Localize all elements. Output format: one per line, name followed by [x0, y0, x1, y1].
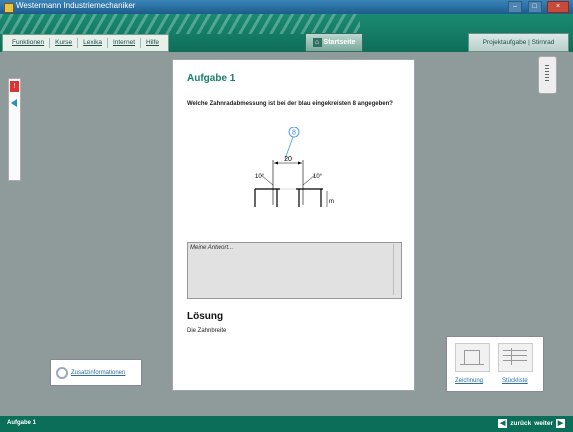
start-page-label: Startseite — [323, 39, 356, 46]
solution-text: Die Zahnbreite — [187, 328, 227, 334]
answer-textarea[interactable]: Meine Antwort... — [187, 242, 402, 299]
window-title: Westermann Industriemechaniker — [16, 1, 136, 10]
side-panel-tab[interactable]: ! — [8, 78, 21, 181]
next-arrow-icon[interactable]: ▶ — [556, 419, 565, 428]
status-bar: Aufgabe 1 ◀ zurück weiter ▶ — [0, 416, 573, 432]
minimize-icon[interactable]: – — [508, 1, 523, 13]
media-box: Zeichnung Stückliste — [446, 336, 544, 392]
angle-right: 10° — [313, 174, 323, 180]
arrow-left-icon[interactable] — [11, 99, 17, 107]
additional-info-link[interactable]: Zusatzinformationen — [71, 370, 125, 376]
angle-left: 10° — [255, 174, 265, 180]
home-icon: ⌂ — [312, 38, 322, 47]
menu-item-kurse[interactable]: Kurse — [50, 38, 79, 48]
back-link[interactable]: zurück — [510, 420, 531, 427]
menu-bar: Funktionen Kurse Lexika Internet Hilfe — [2, 34, 170, 52]
technical-drawing: 8 20 10° 10° m — [254, 127, 334, 207]
answer-scrollbar[interactable] — [393, 244, 400, 295]
radius-label: m — [329, 199, 334, 205]
parts-list-link[interactable]: Stückliste — [502, 378, 528, 384]
drawing-link[interactable]: Zeichnung — [455, 378, 483, 384]
drawing-thumbnail[interactable] — [455, 343, 490, 372]
grip-icon — [545, 65, 549, 83]
menu-item-hilfe[interactable]: Hilfe — [141, 38, 164, 48]
callout-number: 8 — [292, 130, 296, 137]
task-card: Aufgabe 1 Welche Zahnradabmessung ist be… — [172, 59, 415, 391]
next-link[interactable]: weiter — [534, 420, 553, 427]
title-bar: Westermann Industriemechaniker – □ × — [0, 0, 573, 14]
menu-item-funktionen[interactable]: Funktionen — [7, 38, 51, 48]
app-icon — [4, 3, 14, 13]
menu-item-internet[interactable]: Internet — [108, 38, 141, 48]
answer-placeholder: Meine Antwort... — [190, 245, 234, 251]
info-icon — [56, 366, 68, 379]
navigation: ◀ zurück weiter ▶ — [498, 419, 565, 428]
additional-info-box[interactable]: Zusatzinformationen — [50, 359, 142, 386]
app-header: Funktionen Kurse Lexika Internet Hilfe ⌂… — [0, 14, 573, 52]
close-icon[interactable]: × — [547, 1, 569, 13]
page-scroller[interactable] — [538, 56, 557, 94]
task-title: Aufgabe 1 — [187, 73, 236, 84]
header-pattern — [0, 14, 360, 34]
pdf-icon[interactable]: ! — [10, 81, 19, 92]
task-question: Welche Zahnradabmessung ist bei der blau… — [187, 101, 393, 107]
project-button[interactable]: Projektaufgabe | Stirnrad — [468, 33, 569, 52]
maximize-icon[interactable]: □ — [527, 1, 542, 13]
solution-title: Lösung — [187, 311, 224, 322]
menu-item-lexika[interactable]: Lexika — [78, 38, 108, 48]
current-task-label: Aufgabe 1 — [7, 420, 37, 426]
dimension-value: 20 — [284, 156, 292, 163]
back-arrow-icon[interactable]: ◀ — [498, 419, 508, 428]
start-page-button[interactable]: ⌂ Startseite — [305, 33, 363, 52]
window-controls: – □ × — [507, 1, 569, 13]
parts-list-thumbnail[interactable] — [498, 343, 533, 372]
